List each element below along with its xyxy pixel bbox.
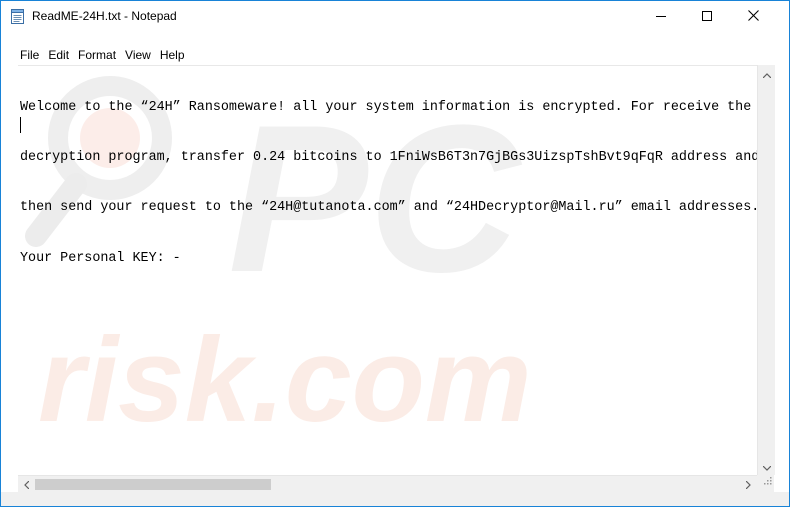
vertical-scrollbar[interactable] (757, 65, 775, 475)
scroll-left-button[interactable] (18, 476, 35, 493)
menu-file[interactable]: File (1, 48, 43, 62)
title-bar[interactable]: ReadME-24H.txt - Notepad (1, 1, 789, 32)
menu-help[interactable]: Help (155, 48, 189, 62)
menu-bar: File Edit Format View Help (1, 45, 789, 65)
chevron-up-icon (762, 65, 771, 83)
menu-edit[interactable]: Edit (43, 48, 73, 62)
document-line: Welcome to the “24H” Ransomeware! all yo… (20, 99, 752, 115)
close-button[interactable] (730, 1, 776, 32)
document-line: then send your request to the “24H@tutan… (20, 200, 760, 216)
chevron-left-icon (24, 476, 30, 494)
scroll-up-button[interactable] (758, 65, 775, 82)
menu-view[interactable]: View (120, 48, 155, 62)
maximize-icon (702, 8, 712, 26)
minimize-icon (656, 8, 666, 26)
close-icon (747, 8, 759, 26)
notepad-window: ReadME-24H.txt - Notepad File Edit Forma… (0, 0, 790, 507)
maximize-button[interactable] (684, 1, 730, 32)
watermark-risk: risk.com (38, 313, 532, 447)
document-text[interactable]: Welcome to the “24H” Ransomeware! all yo… (20, 66, 760, 301)
status-bar (1, 492, 789, 506)
notepad-icon (11, 9, 24, 24)
scrollbar-corner (757, 475, 774, 492)
document-line: decryption program, transfer 0.24 bitcoi… (20, 149, 760, 165)
menu-format[interactable]: Format (73, 48, 120, 62)
chevron-right-icon (745, 476, 751, 494)
minimize-button[interactable] (638, 1, 684, 32)
horizontal-scroll-thumb[interactable] (35, 479, 271, 490)
document-line: Your Personal KEY: - (20, 250, 181, 266)
text-caret (20, 117, 21, 133)
window-title: ReadME-24H.txt - Notepad (32, 9, 177, 23)
text-editor[interactable]: PC risk.com Welcome to the “24H” Ransome… (18, 65, 774, 476)
horizontal-scrollbar[interactable] (18, 475, 757, 493)
resize-grip-icon[interactable] (762, 472, 772, 490)
scroll-right-button[interactable] (740, 476, 757, 493)
